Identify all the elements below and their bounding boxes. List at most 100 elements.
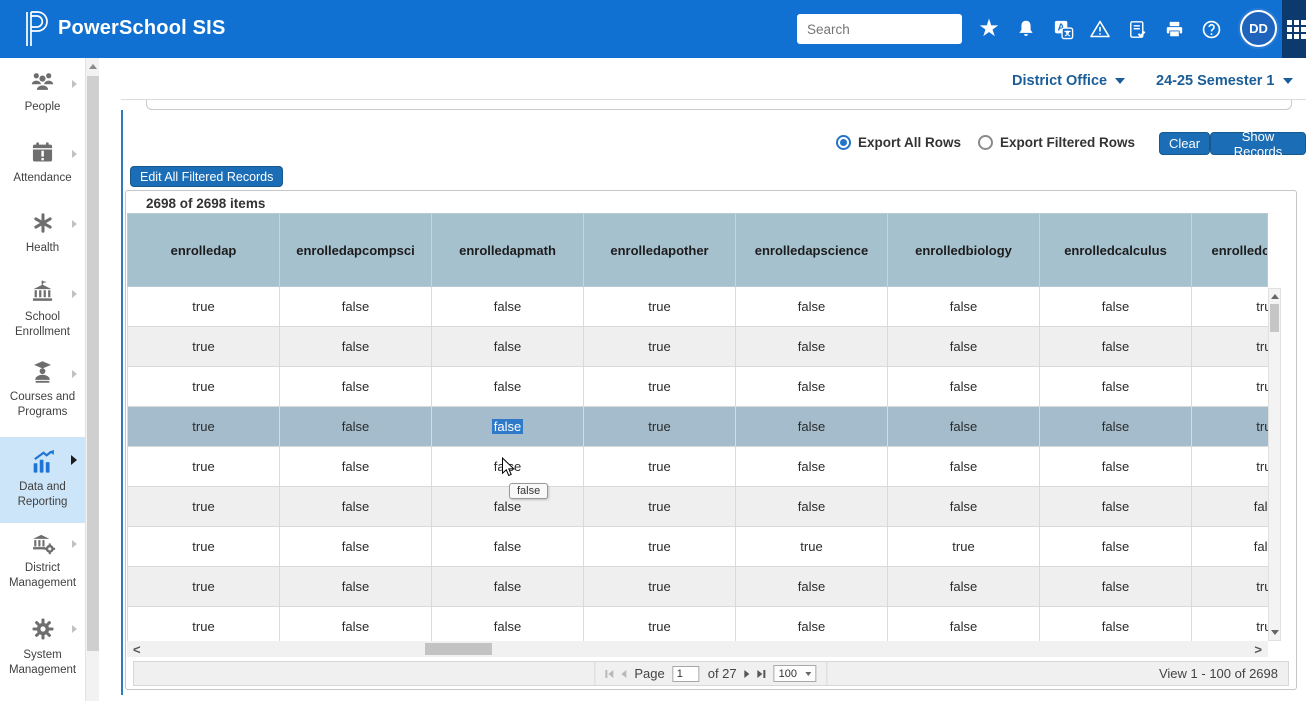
table-cell[interactable]: true [1192,367,1268,406]
term-selector[interactable]: 24-25 Semester 1 [1156,73,1293,89]
table-cell[interactable]: false [1192,527,1268,566]
table-row[interactable]: truefalsefalsetruefalsefalsefalsetrue [128,287,1268,327]
table-cell[interactable]: true [1192,607,1268,641]
show-records-button[interactable]: Show Records [1210,132,1306,155]
table-row[interactable]: truefalsefalsetruefalsefalsefalsefalse [128,487,1268,527]
export-filtered-rows-radio[interactable]: Export Filtered Rows [978,135,1135,150]
page-number-input[interactable] [673,666,700,682]
table-cell[interactable]: false [280,367,432,406]
table-cell[interactable]: false [888,607,1040,641]
table-cell[interactable]: false [1040,607,1192,641]
table-cell[interactable]: false [280,527,432,566]
table-cell[interactable]: true [128,567,280,606]
alerts-warning-icon[interactable] [1087,16,1113,42]
powerschool-logo-icon[interactable] [20,9,52,54]
table-vertical-scrollbar[interactable] [1268,288,1281,641]
sidebar-item-people[interactable]: People [0,70,85,115]
table-cell[interactable]: true [1192,327,1268,366]
translation-icon[interactable]: A [1050,16,1076,42]
table-cell[interactable]: false [736,447,888,486]
table-cell[interactable]: true [128,487,280,526]
table-cell[interactable]: false [432,607,584,641]
table-cell[interactable]: false [1040,287,1192,326]
table-cell[interactable]: true [128,447,280,486]
table-cell[interactable]: true [584,367,736,406]
table-cell[interactable]: true [736,527,888,566]
apps-grid-icon[interactable] [1287,20,1306,44]
table-cell[interactable]: false [736,567,888,606]
table-cell[interactable]: false [1040,327,1192,366]
column-header-enrolledap[interactable]: enrolledap [128,214,280,286]
table-cell[interactable]: false [280,447,432,486]
scroll-right-arrow-icon[interactable]: > [1254,641,1262,657]
table-cell[interactable]: false [432,487,584,526]
table-cell[interactable]: true [128,407,280,446]
table-cell[interactable]: true [128,287,280,326]
table-cell[interactable]: false [888,407,1040,446]
table-cell[interactable]: false [1040,367,1192,406]
table-cell[interactable]: false [432,287,584,326]
table-cell[interactable]: false [1040,407,1192,446]
school-selector[interactable]: District Office [1012,73,1125,89]
reports-checklist-icon[interactable] [1124,16,1150,42]
sidebar-item-attendance[interactable]: Attendance [0,140,85,186]
table-cell[interactable]: false [736,487,888,526]
table-row[interactable]: truefalsefalsetruefalsefalsefalsetrue [128,407,1268,447]
scrollbar-thumb[interactable] [1270,304,1279,332]
table-cell[interactable]: false [1040,527,1192,566]
edit-all-filtered-records-button[interactable]: Edit All Filtered Records [130,166,283,187]
table-cell[interactable]: true [584,447,736,486]
table-cell[interactable]: false [736,367,888,406]
table-cell[interactable]: false [280,287,432,326]
table-row[interactable]: truefalsefalsetruefalsefalsefalsetrue [128,567,1268,607]
scrollbar-thumb[interactable] [87,76,99,651]
sidebar-item-courses-and-programs[interactable]: Courses and Programs [0,360,85,420]
table-cell[interactable]: false [432,327,584,366]
radio-selected-icon[interactable] [836,135,851,150]
selected-cell-text[interactable]: false [492,419,523,434]
table-cell[interactable]: false [280,567,432,606]
table-cell[interactable]: false [888,327,1040,366]
table-cell[interactable]: false [888,567,1040,606]
column-header-enrolledapscience[interactable]: enrolledapscience [736,214,888,286]
table-cell[interactable]: false [432,567,584,606]
table-cell[interactable]: false [280,327,432,366]
clear-button[interactable]: Clear [1159,132,1210,155]
table-cell[interactable]: false [736,287,888,326]
table-cell[interactable]: false [1192,487,1268,526]
table-cell[interactable]: false [1040,447,1192,486]
scroll-left-arrow-icon[interactable]: < [133,641,141,657]
search-box[interactable] [797,14,962,44]
table-cell[interactable]: true [584,527,736,566]
table-cell[interactable]: true [1192,567,1268,606]
sidebar-item-school-enrollment[interactable]: School Enrollment [0,280,85,340]
user-avatar[interactable]: DD [1240,10,1277,47]
table-cell[interactable]: true [128,327,280,366]
previous-page-button[interactable] [621,670,626,678]
table-horizontal-scrollbar[interactable]: < > [127,641,1268,657]
table-row[interactable]: truefalsefalsetruefalsefalsefalsetrue [128,447,1268,487]
table-cell[interactable]: false [280,607,432,641]
table-cell[interactable]: false [736,607,888,641]
table-cell[interactable]: false [280,407,432,446]
table-cell[interactable]: true [584,287,736,326]
table-cell[interactable]: false [888,447,1040,486]
page-size-select[interactable]: 100 [774,665,817,682]
scrollbar-thumb[interactable] [425,643,492,655]
sidebar-scrollbar[interactable] [85,58,99,701]
table-cell[interactable]: false [888,487,1040,526]
table-cell[interactable]: false [736,407,888,446]
scroll-down-arrow-icon[interactable] [1271,630,1279,635]
table-cell[interactable]: false [1040,567,1192,606]
sidebar-item-district-management[interactable]: District Management [0,530,85,591]
table-row[interactable]: truefalsefalsetruefalsefalsefalsetrue [128,367,1268,407]
radio-unselected-icon[interactable] [978,135,993,150]
column-header-enrolledcalculus[interactable]: enrolledcalculus [1040,214,1192,286]
table-cell[interactable]: true [128,607,280,641]
favorites-star-icon[interactable]: ★ [976,16,1002,42]
scroll-up-arrow-icon[interactable] [89,64,97,69]
table-cell[interactable]: true [128,527,280,566]
table-cell[interactable]: false [736,327,888,366]
table-cell[interactable]: true [128,367,280,406]
table-cell[interactable]: true [1192,287,1268,326]
